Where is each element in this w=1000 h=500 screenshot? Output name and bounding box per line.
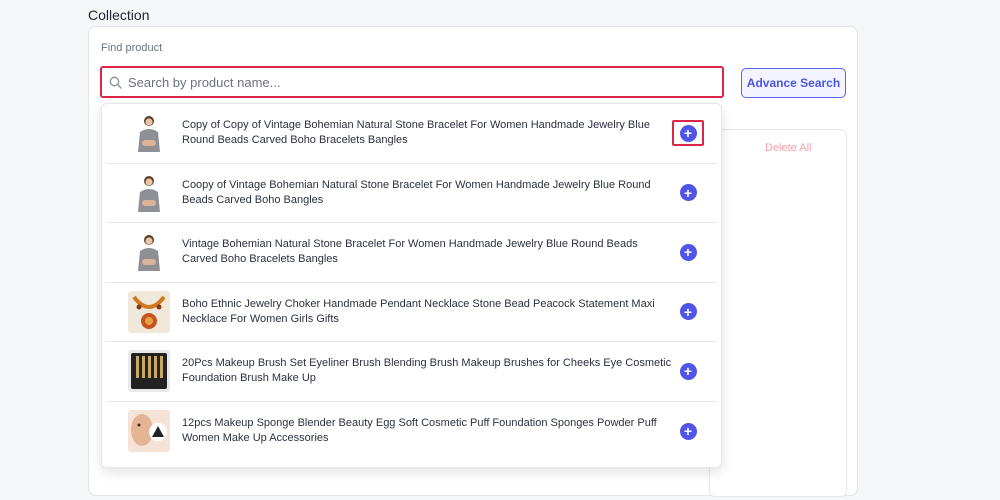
add-product-button[interactable]: + [672, 299, 704, 325]
plus-icon: + [679, 362, 697, 380]
plus-icon: + [679, 422, 697, 440]
product-title: Boho Ethnic Jewelry Choker Handmade Pend… [182, 297, 655, 325]
plus-icon: + [679, 124, 697, 142]
product-title: Copy of Copy of Vintage Bohemian Natural… [182, 119, 650, 147]
product-thumbnail [128, 112, 170, 155]
list-item[interactable]: 12pcs Makeup Sponge Blender Beauty Egg S… [106, 402, 717, 462]
add-product-button[interactable]: + [672, 418, 704, 444]
page-title: Collection [88, 7, 150, 23]
product-title: 12pcs Makeup Sponge Blender Beauty Egg S… [182, 417, 657, 445]
delete-all-button[interactable]: Delete All [765, 142, 811, 154]
plus-icon: + [679, 243, 697, 261]
search-input[interactable] [128, 69, 722, 95]
product-title: Vintage Bohemian Natural Stone Bracelet … [182, 238, 638, 266]
product-thumbnail [128, 171, 170, 214]
find-product-label: Find product [101, 42, 163, 54]
plus-icon: + [679, 184, 697, 202]
product-thumbnail [128, 231, 170, 274]
search-box[interactable] [100, 66, 724, 98]
add-product-button[interactable]: + [672, 239, 704, 265]
list-item[interactable]: Copy of Copy of Vintage Bohemian Natural… [106, 104, 717, 164]
plus-icon: + [679, 303, 697, 321]
product-thumbnail [128, 410, 170, 453]
advance-search-button[interactable]: Advance Search [741, 68, 846, 98]
list-item[interactable]: 20Pcs Makeup Brush Set Eyeliner Brush Bl… [106, 342, 717, 402]
list-item[interactable]: Vintage Bohemian Natural Stone Bracelet … [106, 223, 717, 283]
product-thumbnail [128, 290, 170, 333]
list-item[interactable]: Coopy of Vintage Bohemian Natural Stone … [106, 164, 717, 223]
product-thumbnail [128, 350, 170, 393]
add-product-button[interactable]: + [672, 120, 704, 147]
product-title: 20Pcs Makeup Brush Set Eyeliner Brush Bl… [182, 357, 672, 385]
list-item[interactable]: Boho Ethnic Jewelry Choker Handmade Pend… [106, 283, 717, 342]
search-results-dropdown: Copy of Copy of Vintage Bohemian Natural… [101, 103, 722, 468]
add-product-button[interactable]: + [672, 180, 704, 206]
selected-products-panel [709, 129, 847, 497]
add-product-button[interactable]: + [672, 358, 704, 384]
product-title: Coopy of Vintage Bohemian Natural Stone … [182, 178, 651, 206]
search-icon [102, 68, 128, 96]
